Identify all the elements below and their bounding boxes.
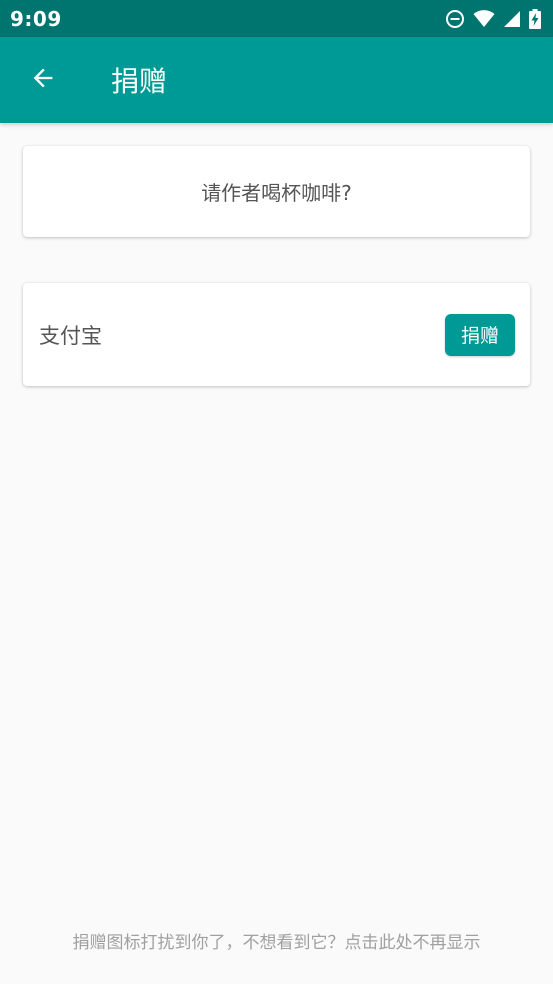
status-bar: 9:09 [0, 0, 553, 37]
back-button[interactable] [15, 52, 71, 108]
header-card: 请作者喝杯咖啡? [23, 146, 530, 237]
status-icons [445, 8, 541, 29]
arrow-left-icon [29, 64, 57, 96]
page-title: 捐赠 [111, 65, 168, 98]
signal-icon [503, 10, 521, 28]
status-time: 9:09 [10, 6, 62, 31]
donate-button[interactable]: 捐赠 [444, 313, 515, 356]
hide-donation-hint-link[interactable]: 捐赠图标打扰到你了，不想看到它？点击此处不再显示 [0, 928, 553, 953]
do-not-disturb-icon [445, 9, 465, 29]
app-bar: 捐赠 [0, 37, 553, 123]
donation-item-name: 支付宝 [39, 323, 102, 348]
header-text: 请作者喝杯咖啡? [201, 181, 352, 205]
battery-charging-icon [529, 8, 541, 29]
donation-item-alipay: 支付宝 捐赠 [23, 283, 530, 386]
wifi-icon [473, 9, 495, 28]
